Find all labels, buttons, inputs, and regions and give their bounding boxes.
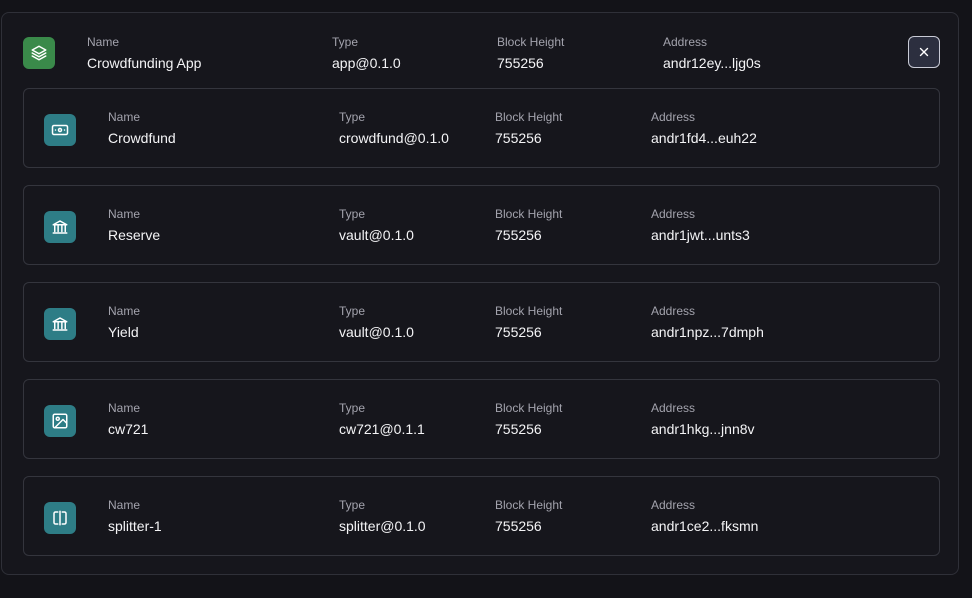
block-height-label: Block Height: [495, 207, 563, 221]
component-type: cw721@0.1.1: [339, 421, 425, 437]
image-icon: [44, 405, 76, 437]
component-address-field: Address andr1hkg...jnn8v: [651, 401, 755, 437]
name-label: Name: [108, 110, 141, 124]
component-type-field: Type cw721@0.1.1: [339, 401, 425, 437]
close-icon: [919, 47, 929, 57]
component-type-field: Type crowdfund@0.1.0: [339, 110, 449, 146]
component-type: vault@0.1.0: [339, 227, 414, 243]
app-type-value: app@0.1.0: [332, 55, 401, 71]
component-address: andr1npz...7dmph: [651, 324, 764, 340]
component-name-field: Name Crowdfund: [108, 110, 176, 146]
component-type: vault@0.1.0: [339, 324, 414, 340]
component-block-height: 755256: [495, 227, 542, 243]
block-height-label: Block Height: [495, 401, 563, 415]
app-address-value: andr12ey...ljg0s: [663, 55, 761, 71]
splitter-icon: [44, 502, 76, 534]
component-type: crowdfund@0.1.0: [339, 130, 449, 146]
component-name: cw721: [108, 421, 149, 437]
component-address: andr1ce2...fksmn: [651, 518, 759, 534]
component-address-field: Address andr1jwt...unts3: [651, 207, 750, 243]
name-label: Name: [108, 498, 141, 512]
component-address-field: Address andr1ce2...fksmn: [651, 498, 758, 534]
app-type-label: Type: [332, 35, 359, 49]
component-block-height-field: Block Height 755256: [495, 401, 562, 437]
name-label: Name: [108, 304, 141, 318]
bank-icon: [44, 211, 76, 243]
app-name-field: Name Crowdfunding App: [87, 35, 201, 71]
block-height-label: Block Height: [495, 498, 563, 512]
block-height-label: Block Height: [495, 110, 563, 124]
app-type-field: Type app@0.1.0: [332, 35, 401, 71]
app-address-label: Address: [663, 35, 708, 49]
type-label: Type: [339, 401, 366, 415]
component-block-height: 755256: [495, 518, 542, 534]
component-type-field: Type vault@0.1.0: [339, 207, 414, 243]
component-name-field: Name cw721: [108, 401, 148, 437]
banknote-icon: [44, 114, 76, 146]
component-card-yield[interactable]: Name Yield Type vault@0.1.0 Block Height…: [23, 282, 940, 362]
component-address-field: Address andr1fd4...euh22: [651, 110, 757, 146]
name-label: Name: [108, 401, 141, 415]
component-name-field: Name Reserve: [108, 207, 160, 243]
component-type: splitter@0.1.0: [339, 518, 426, 534]
component-address: andr1jwt...unts3: [651, 227, 750, 243]
component-block-height: 755256: [495, 130, 542, 146]
address-label: Address: [651, 110, 696, 124]
bank-icon: [44, 308, 76, 340]
app-name-label: Name: [87, 35, 120, 49]
close-button[interactable]: [908, 36, 940, 68]
app-name-value: Crowdfunding App: [87, 55, 202, 71]
component-block-height: 755256: [495, 324, 542, 340]
type-label: Type: [339, 304, 366, 318]
address-label: Address: [651, 401, 696, 415]
component-block-height-field: Block Height 755256: [495, 498, 562, 534]
address-label: Address: [651, 304, 696, 318]
address-label: Address: [651, 207, 696, 221]
app-address-field: Address andr12ey...ljg0s: [663, 35, 761, 71]
app-block-height-label: Block Height: [497, 35, 565, 49]
component-card-reserve[interactable]: Name Reserve Type vault@0.1.0 Block Heig…: [23, 185, 940, 265]
component-name: Reserve: [108, 227, 161, 243]
component-card-cw721[interactable]: Name cw721 Type cw721@0.1.1 Block Height…: [23, 379, 940, 459]
layers-icon: [23, 37, 55, 69]
name-label: Name: [108, 207, 141, 221]
component-type-field: Type splitter@0.1.0: [339, 498, 426, 534]
component-block-height-field: Block Height 755256: [495, 110, 562, 146]
app-block-height-field: Block Height 755256: [497, 35, 564, 71]
component-type-field: Type vault@0.1.0: [339, 304, 414, 340]
component-block-height-field: Block Height 755256: [495, 207, 562, 243]
type-label: Type: [339, 207, 366, 221]
block-height-label: Block Height: [495, 304, 563, 318]
component-name: splitter-1: [108, 518, 162, 534]
component-card-crowdfund[interactable]: Name Crowdfund Type crowdfund@0.1.0 Bloc…: [23, 88, 940, 168]
type-label: Type: [339, 498, 366, 512]
component-block-height: 755256: [495, 421, 542, 437]
component-name: Crowdfund: [108, 130, 176, 146]
app-details-panel: Name Crowdfunding App Type app@0.1.0 Blo…: [1, 12, 959, 575]
component-address-field: Address andr1npz...7dmph: [651, 304, 764, 340]
component-name-field: Name splitter-1: [108, 498, 162, 534]
component-name: Yield: [108, 324, 139, 340]
address-label: Address: [651, 498, 696, 512]
component-address: andr1fd4...euh22: [651, 130, 757, 146]
app-header: Name Crowdfunding App Type app@0.1.0 Blo…: [2, 13, 958, 89]
type-label: Type: [339, 110, 366, 124]
component-name-field: Name Yield: [108, 304, 140, 340]
component-block-height-field: Block Height 755256: [495, 304, 562, 340]
component-address: andr1hkg...jnn8v: [651, 421, 755, 437]
component-card-splitter-1[interactable]: Name splitter-1 Type splitter@0.1.0 Bloc…: [23, 476, 940, 556]
app-block-height-value: 755256: [497, 55, 544, 71]
